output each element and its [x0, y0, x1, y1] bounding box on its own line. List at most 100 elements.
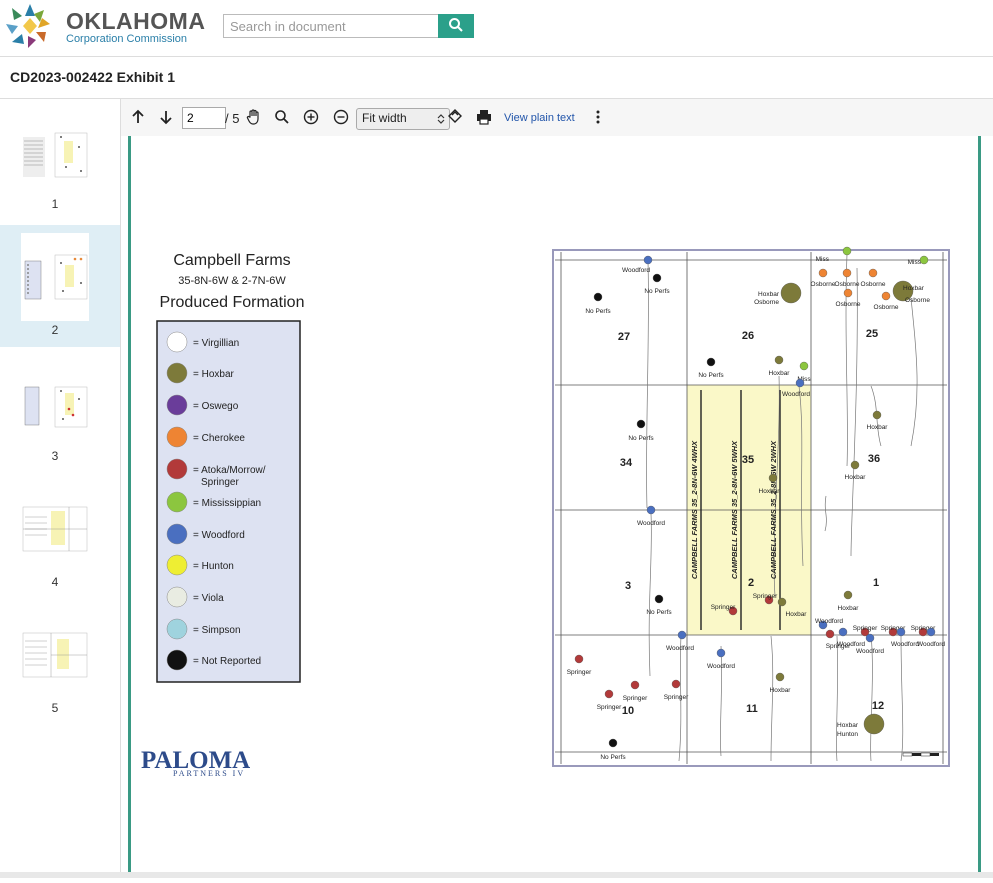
rotate-button[interactable] [445, 107, 465, 127]
search-icon [449, 17, 463, 32]
well-marker [799, 361, 809, 371]
well-marker [643, 255, 653, 265]
view-plain-text-link[interactable]: View plain text [504, 112, 575, 124]
legend-label: Springer [201, 477, 239, 488]
well-label: No Perfs [628, 435, 654, 442]
well-marker [593, 292, 603, 302]
well-label: Springer [711, 604, 736, 611]
legend-swatch [166, 394, 188, 416]
well-label: Woodford [707, 663, 735, 670]
well-label: Springer [753, 593, 778, 600]
well-marker [630, 680, 640, 690]
well-marker [671, 679, 681, 689]
previous-page-button[interactable] [128, 107, 148, 127]
lease-map: 27 26 25 34 35 36 3 2 1 10 11 12 CAMPBELL FARMS 35_… [552, 246, 950, 767]
bottom-scrollbar[interactable] [0, 872, 993, 878]
document-viewer[interactable]: Campbell Farms 35-8N-6W & 2-7N-6W Produc… [128, 136, 981, 878]
well-marker [838, 627, 848, 637]
well-label: Hoxbar [758, 291, 780, 298]
arrow-up-icon [132, 109, 144, 123]
page-number-input[interactable] [182, 107, 226, 129]
zoom-out-button[interactable] [331, 107, 351, 127]
print-button[interactable] [474, 107, 494, 127]
zoom-in-button[interactable] [301, 107, 321, 127]
well-marker [574, 654, 584, 664]
section-label: 27 [618, 331, 630, 343]
well-label: Woodford [782, 391, 810, 398]
pan-tool-button[interactable] [244, 107, 264, 127]
zoom-in-icon [303, 109, 319, 125]
thumbnail-page-3[interactable]: 3 [0, 351, 120, 473]
lateral-label: CAMPBELL FARMS 35_2-8N-6W 2WHX [769, 440, 778, 579]
company-sub: PARTNERS IV [173, 769, 245, 778]
legend-swatch [166, 331, 188, 353]
well-label: Springer [597, 704, 622, 711]
well-label: Osborne [835, 281, 860, 288]
search-button[interactable] [438, 14, 474, 38]
well-label: No Perfs [600, 754, 626, 761]
thumbnail-page-5[interactable]: 5 [0, 603, 120, 725]
well-marker [706, 357, 716, 367]
zoom-select[interactable]: Fit width [356, 108, 450, 130]
document-page: Campbell Farms 35-8N-6W & 2-7N-6W Produc… [141, 246, 950, 778]
thumbnail-image [21, 359, 89, 447]
well-marker [926, 627, 936, 637]
scale-bar [902, 752, 939, 757]
legend-label: = Virgillian [193, 338, 239, 349]
well-label: Woodford [917, 641, 945, 648]
legend-swatch [166, 491, 188, 513]
document-title-bar: CD2023-002422 Exhibit 1 [0, 57, 993, 99]
well-marker [654, 594, 664, 604]
legend-label: = Cherokee [193, 433, 245, 444]
well-label: Osborne [905, 297, 930, 304]
well-label: Woodford [891, 641, 919, 648]
legend-label: = Simpson [193, 625, 241, 636]
well-label: No Perfs [646, 609, 672, 616]
occ-logo[interactable]: OKLAHOMA Corporation Commission [4, 2, 205, 52]
legend-label: = Viola [193, 593, 224, 604]
well-label: Osborne [861, 281, 886, 288]
well-marker [825, 629, 835, 639]
thumbnail-image [21, 485, 89, 573]
more-options-button[interactable] [588, 107, 608, 127]
thumbnail-page-2[interactable]: 2 [0, 225, 120, 347]
section-label: 35 [742, 454, 754, 466]
well-marker [863, 713, 885, 735]
thumbnail-page-4[interactable]: 4 [0, 477, 120, 599]
section-label: 26 [742, 330, 754, 342]
well-label: Woodford [666, 645, 694, 652]
next-page-button[interactable] [156, 107, 176, 127]
thumbnail-label: 3 [51, 449, 59, 463]
legend-label: = Not Reported [193, 656, 261, 667]
well-marker [774, 355, 784, 365]
section-label: 1 [873, 577, 879, 589]
well-label: Woodford [622, 267, 650, 274]
zoom-search-button[interactable] [272, 107, 292, 127]
search-input[interactable] [223, 14, 440, 38]
legend-title: Campbell Farms [173, 252, 290, 269]
well-label: Hoxbar [867, 424, 889, 431]
thumbnail-page-1[interactable]: 1 [0, 99, 120, 221]
well-marker [777, 597, 787, 607]
well-label: Osborne [811, 281, 836, 288]
star-logo-icon [6, 4, 50, 48]
legend-label: = Hunton [193, 561, 234, 572]
well-marker [843, 590, 853, 600]
well-label: Woodford [815, 618, 843, 625]
well-label: Springer [567, 669, 592, 676]
logo-subtitle: Corporation Commission [66, 33, 188, 45]
well-marker [842, 268, 852, 278]
section-label: 11 [746, 703, 758, 715]
section-label: 34 [620, 457, 633, 469]
well-label: Hoxbar [770, 687, 792, 694]
well-marker [652, 273, 662, 283]
legend-swatch [166, 523, 188, 545]
well-label: Osborne [836, 301, 861, 308]
thumbnail-label: 5 [51, 701, 59, 715]
legend-label: = Oswego [193, 401, 239, 412]
hand-icon [246, 109, 259, 125]
well-label: Miss [816, 256, 830, 263]
well-marker [608, 738, 618, 748]
well-marker [843, 288, 853, 298]
legend-swatch [166, 649, 188, 671]
